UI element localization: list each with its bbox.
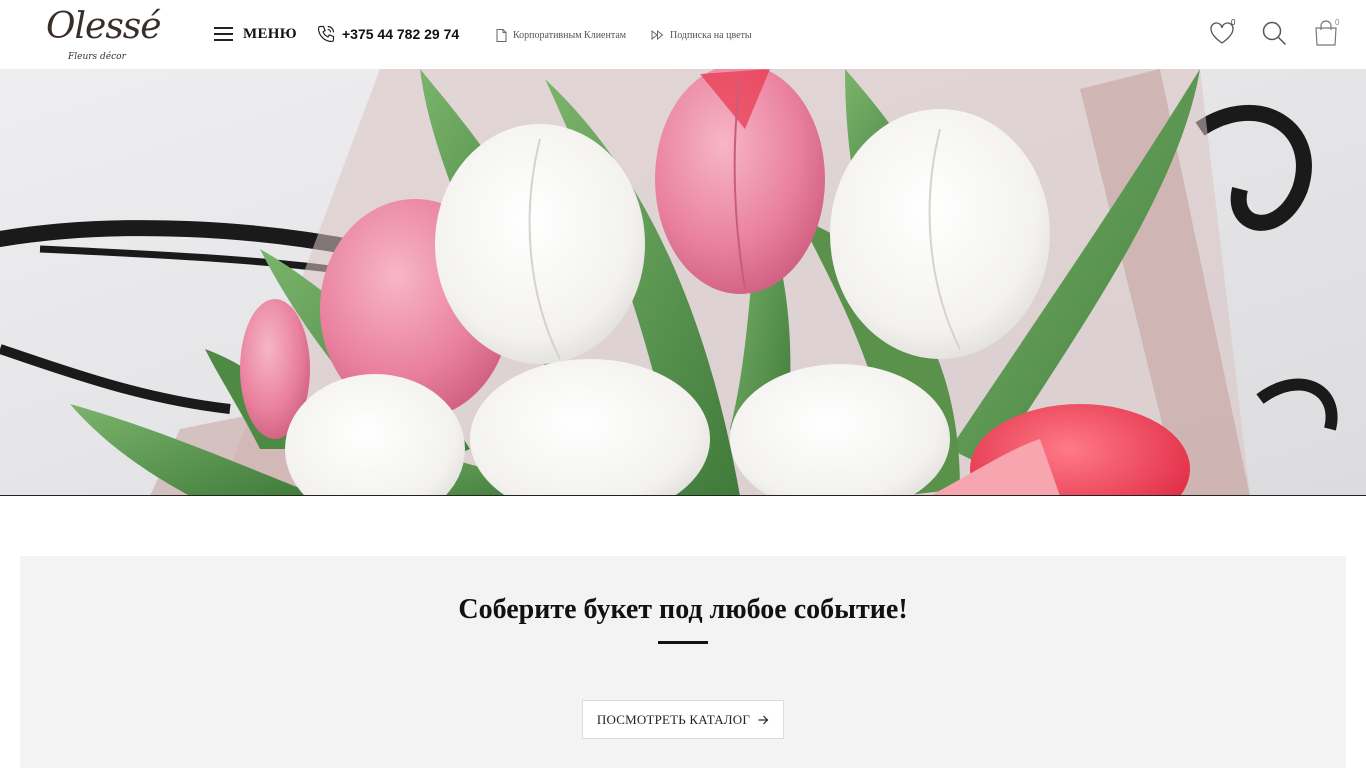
cart-button[interactable]: 0	[1312, 18, 1342, 49]
view-catalog-button[interactable]: ПОСМОТРЕТЬ КАТАЛОГ	[582, 700, 784, 739]
nav-subscription-label: Подписка на цветы	[670, 29, 752, 41]
nav-corporate-clients[interactable]: Корпоративным Клиентам	[496, 27, 626, 43]
phone-link[interactable]: +375 44 782 29 74	[316, 22, 459, 46]
promo-section: Соберите букет под любое событие! ПОСМОТ…	[20, 556, 1346, 768]
phone-icon	[317, 25, 335, 43]
tulip-bouquet-image	[0, 69, 1366, 495]
menu-button[interactable]: МЕНЮ	[214, 22, 297, 46]
wishlist-button[interactable]: 0	[1208, 18, 1238, 49]
cart-count: 0	[1335, 18, 1340, 27]
hero-banner	[0, 69, 1366, 496]
view-catalog-label: ПОСМОТРЕТЬ КАТАЛОГ	[596, 711, 751, 727]
title-underline	[658, 641, 708, 644]
logo[interactable]: Olessé Fleurs décor	[46, 4, 162, 66]
search-icon	[1262, 21, 1287, 46]
site-header: Olessé Fleurs décor МЕНЮ +375 44 782 29 …	[0, 0, 1366, 69]
logo-subtitle: Fleurs décor	[68, 52, 126, 62]
document-icon	[496, 28, 507, 42]
search-button[interactable]	[1260, 19, 1290, 49]
wishlist-count: 0	[1231, 18, 1236, 27]
phone-number: +375 44 782 29 74	[342, 26, 460, 42]
fast-forward-icon	[651, 30, 664, 40]
promo-title: Соберите букет под любое событие!	[458, 594, 908, 625]
nav-flower-subscription[interactable]: Подписка на цветы	[651, 27, 752, 43]
menu-label: МЕНЮ	[243, 25, 297, 42]
hamburger-icon	[214, 27, 233, 41]
nav-corporate-label: Корпоративным Клиентам	[513, 29, 627, 41]
arrow-right-icon	[758, 715, 769, 724]
logo-text: Olessé	[46, 6, 162, 47]
